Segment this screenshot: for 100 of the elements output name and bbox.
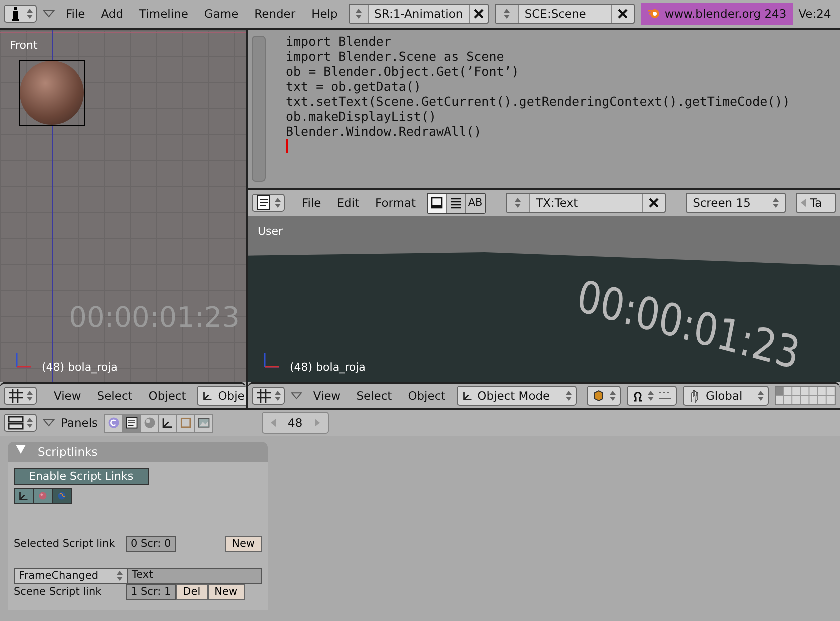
collapse-arrow-icon[interactable] [291,392,302,400]
spinner-arrows-icon [27,9,33,19]
object-axes-icon [202,390,214,402]
lines-icon [450,197,462,209]
object-label: (48) bola_roja [290,361,366,374]
omega-icon [632,390,644,402]
layer-buttons[interactable] [775,386,836,406]
draw-type-selector[interactable] [587,386,622,406]
editor-type-menu[interactable] [252,387,285,405]
axis-gizmo-icon [262,350,282,370]
text-cursor [286,139,288,153]
selected-link-label: Selected Script link [14,538,116,550]
spinner-icon [773,198,780,208]
link-type-icon [18,490,30,502]
menu-item[interactable]: Select [92,389,138,403]
menu-item[interactable]: Object [403,389,451,403]
editor-type-icon [256,388,272,404]
enable-script-links-button[interactable]: Enable Script Links [14,468,149,485]
word-wrap-toggle[interactable] [447,194,466,212]
editor-type-icon [8,415,24,431]
new-button[interactable]: New [225,536,262,552]
close-icon[interactable] [618,9,628,19]
menu-item[interactable]: File [297,196,326,210]
menu-item[interactable]: Select [352,389,398,403]
context-icon [178,416,193,430]
sphere-object [19,60,85,126]
syntax-highlight-toggle[interactable]: AB [466,194,486,212]
script-index-field[interactable]: 0 Scr: 0 [126,536,176,552]
editor-type-menu[interactable] [4,414,37,432]
context-icon [160,416,175,430]
axis-gizmo-icon [14,350,34,370]
spinner-icon [648,391,654,401]
script-index-field[interactable]: 1 Scr: 1 [126,584,176,600]
context-tab[interactable] [122,414,142,432]
mode-selector[interactable]: Obje [197,386,246,406]
context-icon [196,416,211,430]
viewport-title: User [258,225,284,238]
menu-item[interactable]: Edit [332,196,365,210]
collapse-arrow-icon[interactable] [43,10,55,18]
viewport-title: Front [10,39,38,52]
menu-item[interactable]: View [49,389,86,403]
link-type-icon [37,490,49,502]
menu-item[interactable]: Timeline [134,7,194,21]
script-name-field[interactable]: Text [128,568,262,584]
menu-item[interactable]: Add [96,7,129,21]
font-size-selector[interactable]: Screen 15 [686,193,786,213]
pivot-selector[interactable] [627,386,678,406]
menu-item[interactable]: Object [144,389,192,403]
delete-button[interactable]: Del [176,584,208,600]
logo-icon [646,8,661,20]
mode-selector[interactable]: Object Mode [456,386,578,406]
editor-type-menu[interactable] [252,194,285,212]
close-icon[interactable] [649,198,660,208]
spinner-icon [356,9,362,19]
dots-icon [658,391,672,401]
panel-icon [431,197,444,209]
spinner-icon [566,391,572,401]
context-icon [142,416,157,430]
scene-selector[interactable]: SCE:Scene [494,4,635,24]
collapse-arrow-icon[interactable] [43,419,55,427]
menu-item[interactable]: View [308,389,346,403]
spinner-arrows-icon [275,391,281,401]
editor-type-menu[interactable] [4,387,37,405]
spinner-icon [504,9,510,19]
expand-arrow-icon[interactable] [16,445,26,454]
editor-type-icon [256,195,272,211]
context-tab[interactable] [158,414,178,432]
spinner-icon [610,391,616,401]
object-axes-icon [462,390,474,402]
script-code: import Blender import Blender.Scene as Scene ob = Blender.Object.Get(’Font’) txt = ob.getData() txt.setText(Scene.GetCurrent().getRenderingContext().getTimeCode()) ob.makeDisplayList() Blender.Window.RedrawAll() [285,33,792,139]
link-type-tab[interactable] [14,488,34,504]
menu-item[interactable]: Format [370,196,422,210]
menu-item[interactable]: Game [199,7,244,21]
new-button[interactable]: New [208,584,245,600]
text-selector[interactable]: TX:Text [506,193,666,213]
menu-item[interactable]: Render [250,7,301,21]
tab-field[interactable]: Ta [796,193,836,213]
context-icon [124,416,139,430]
object-label: (48) bola_roja [42,361,118,374]
spinner-icon [515,198,522,208]
link-type-tab[interactable] [52,488,72,504]
spinner-arrows-icon [27,391,33,401]
menu-item[interactable]: File [61,7,90,21]
version-banner: www.blender.org 243 [640,3,793,25]
scrollbar[interactable] [252,36,266,182]
line-numbers-toggle[interactable] [428,194,448,212]
spinner-icon [758,391,764,401]
orientation-selector[interactable]: Global [683,386,770,406]
event-dropdown[interactable]: FrameChanged [14,568,128,584]
link-type-icon [56,490,68,502]
close-icon[interactable] [474,9,484,19]
screen-selector[interactable]: SR:1-Animation [348,4,489,24]
menu-item[interactable]: Help [306,7,343,21]
spinner-arrows-icon [27,418,33,428]
editor-type-menu[interactable] [4,5,37,23]
spinner-icon [117,571,123,581]
link-type-tab[interactable] [33,488,53,504]
context-icon [106,416,121,430]
text-editor[interactable] [248,30,840,188]
spinner-arrows-icon [275,198,281,208]
